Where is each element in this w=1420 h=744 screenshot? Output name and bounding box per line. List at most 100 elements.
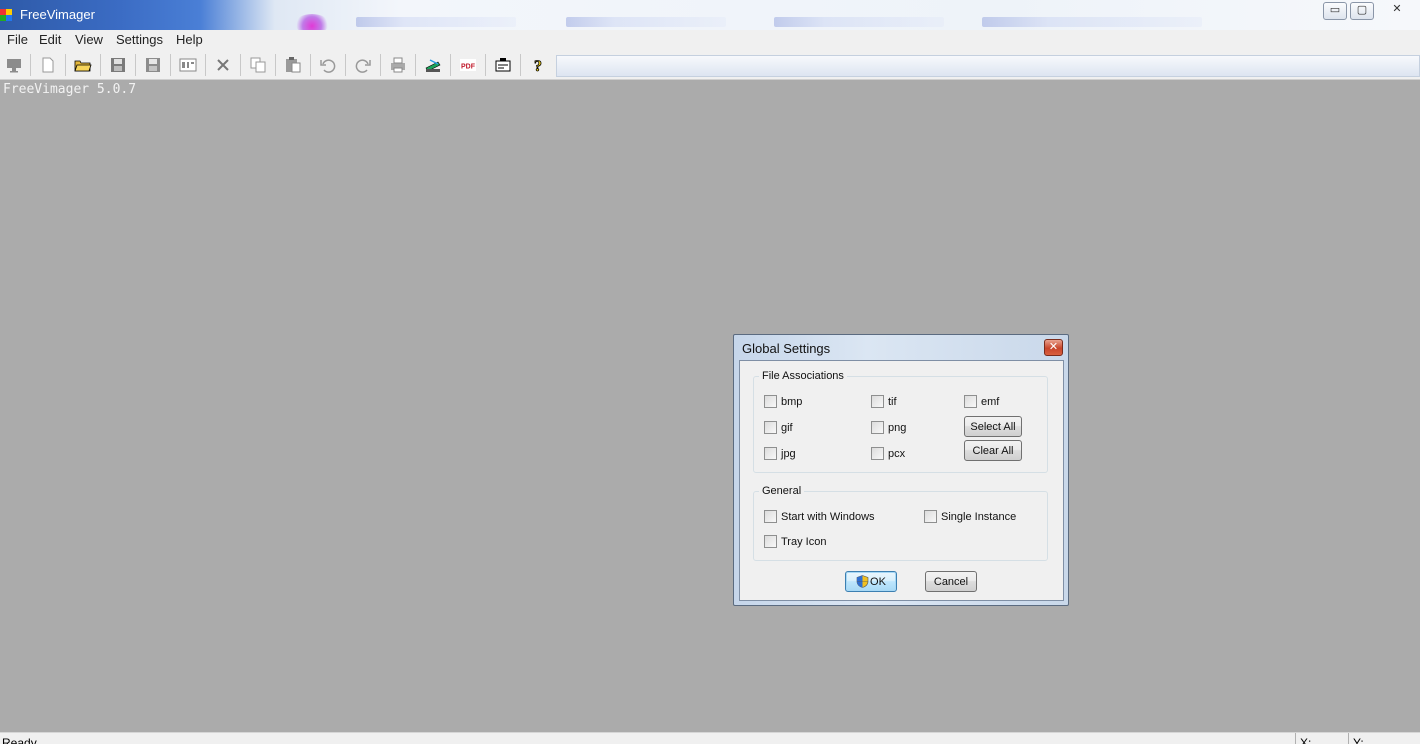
toolbar-separator [100, 54, 101, 76]
status-x-label: X: [1300, 736, 1312, 744]
help-icon[interactable]: ? [526, 54, 550, 76]
checkbox-box[interactable] [764, 395, 777, 408]
toolbar-separator [415, 54, 416, 76]
background-blur-decoration [774, 17, 944, 27]
pdf-icon[interactable]: PDF [456, 54, 480, 76]
redo-icon[interactable] [351, 54, 375, 76]
workspace: FreeVimager 5.0.7 [0, 80, 1420, 732]
close-button[interactable]: ✕ [1380, 2, 1414, 20]
checkbox-label: bmp [781, 395, 803, 408]
menu-settings[interactable]: Settings [116, 32, 163, 47]
checkbox-bmp[interactable]: bmp [764, 395, 802, 408]
cancel-button[interactable]: Cancel [925, 571, 977, 592]
delete-icon[interactable] [211, 54, 235, 76]
paste-icon[interactable] [281, 54, 305, 76]
checkbox-label: tif [888, 395, 897, 408]
checkbox-label: pcx [888, 447, 906, 460]
status-bar: Ready X: Y: [0, 732, 1420, 744]
checkbox-box[interactable] [764, 535, 777, 548]
global-settings-dialog: Global Settings ✕ File Associations bmp … [733, 334, 1069, 606]
help-label: ? [534, 58, 542, 74]
toolbar-separator [170, 54, 171, 76]
checkbox-box[interactable] [924, 510, 937, 523]
checkbox-png[interactable]: png [871, 421, 906, 434]
checkbox-label: Single Instance [941, 510, 1017, 523]
menu-help[interactable]: Help [176, 32, 203, 47]
toolbar-separator [65, 54, 66, 76]
status-pane-x [1295, 733, 1296, 744]
checkbox-box[interactable] [764, 447, 777, 460]
version-text: FreeVimager 5.0.7 [3, 82, 137, 97]
checkbox-start-with-windows[interactable]: Start with Windows [764, 510, 875, 523]
toolbar-separator [380, 54, 381, 76]
save-icon[interactable] [106, 54, 130, 76]
toolbar-separator [345, 54, 346, 76]
menu-bar: File Edit View Settings Help [0, 30, 1420, 50]
menu-edit[interactable]: Edit [39, 32, 61, 47]
select-all-button[interactable]: Select All [964, 416, 1022, 437]
checkbox-label: jpg [781, 447, 796, 460]
uac-shield-icon [856, 575, 869, 588]
toolbar-separator [135, 54, 136, 76]
checkbox-box[interactable] [871, 447, 884, 460]
new-document-icon[interactable] [36, 54, 60, 76]
status-pane-y [1348, 733, 1349, 744]
freevimager-app-icon [0, 9, 12, 21]
toolbar-empty-area [556, 55, 1420, 77]
save-as-icon[interactable] [141, 54, 165, 76]
print-icon[interactable] [386, 54, 410, 76]
toolbar-separator [205, 54, 206, 76]
toolbar-separator [240, 54, 241, 76]
background-blur-decoration [982, 17, 1202, 27]
checkbox-gif[interactable]: gif [764, 421, 793, 434]
copy-icon[interactable] [246, 54, 270, 76]
toolbar-separator [30, 54, 31, 76]
checkbox-label: gif [781, 421, 793, 434]
toolbar-separator [450, 54, 451, 76]
dialog-close-button[interactable]: ✕ [1044, 339, 1063, 356]
toolbar-separator [485, 54, 486, 76]
background-blur-decoration [356, 17, 516, 27]
toolbar-separator [520, 54, 521, 76]
file-associations-legend: File Associations [759, 370, 847, 382]
background-blur-decoration [566, 17, 726, 27]
checkbox-label: emf [981, 395, 1000, 408]
toolbar-separator [275, 54, 276, 76]
title-bar: FreeVimager ▭ ▢ ✕ [0, 0, 1420, 34]
checkbox-emf[interactable]: emf [964, 395, 999, 408]
scan-icon[interactable] [421, 54, 445, 76]
open-folder-icon[interactable] [71, 54, 95, 76]
email-icon[interactable] [491, 54, 515, 76]
status-y-label: Y: [1353, 736, 1364, 744]
checkbox-box[interactable] [871, 421, 884, 434]
checkbox-label: Tray Icon [781, 535, 827, 548]
dialog-content: File Associations bmp tif emf gif png jp… [739, 360, 1064, 601]
checkbox-box[interactable] [764, 510, 777, 523]
monitor-icon[interactable] [2, 54, 26, 76]
checkbox-single-instance[interactable]: Single Instance [924, 510, 1016, 523]
general-legend: General [759, 485, 805, 497]
ok-button[interactable]: OK [845, 571, 897, 592]
clear-all-button[interactable]: Clear All [964, 440, 1022, 461]
file-associations-group: File Associations bmp tif emf gif png jp… [753, 370, 1048, 473]
ok-label: OK [870, 575, 886, 588]
menu-view[interactable]: View [75, 32, 103, 47]
checkbox-box[interactable] [764, 421, 777, 434]
checkbox-tif[interactable]: tif [871, 395, 897, 408]
status-text: Ready [2, 736, 37, 744]
checkbox-box[interactable] [964, 395, 977, 408]
menu-file[interactable]: File [7, 32, 28, 47]
checkbox-box[interactable] [871, 395, 884, 408]
toolbar-separator [310, 54, 311, 76]
iptc-info-icon[interactable] [176, 54, 200, 76]
checkbox-jpg[interactable]: jpg [764, 447, 796, 460]
minimize-button[interactable]: ▭ [1323, 2, 1347, 20]
maximize-button[interactable]: ▢ [1350, 2, 1374, 20]
window-title: FreeVimager [20, 7, 95, 22]
checkbox-label: Start with Windows [781, 510, 875, 523]
checkbox-pcx[interactable]: pcx [871, 447, 905, 460]
checkbox-tray-icon[interactable]: Tray Icon [764, 535, 826, 548]
undo-icon[interactable] [316, 54, 340, 76]
general-group: General Start with Windows Single Instan… [753, 485, 1048, 561]
dialog-title: Global Settings [742, 341, 831, 356]
